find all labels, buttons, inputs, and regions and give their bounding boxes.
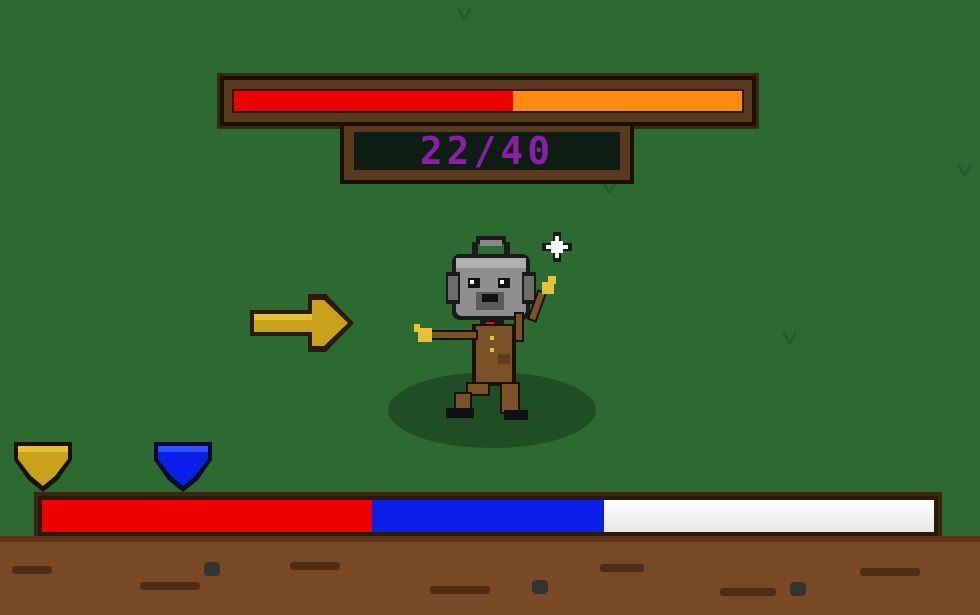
gold-gem-icon (14, 442, 72, 492)
sparkle-icon (542, 232, 572, 262)
dirt-clod (720, 588, 776, 596)
dirt-ground (0, 536, 980, 615)
health-counter-text: 22/40 (354, 129, 620, 173)
dirt-clod (860, 568, 920, 576)
dirt-clod (600, 564, 644, 572)
health-bar-track (232, 89, 744, 113)
pointer-arrow-icon (250, 294, 354, 352)
grass-tuft (455, 6, 475, 20)
health-counter-box: 22/40 (340, 122, 634, 184)
grass-tuft (780, 330, 800, 344)
rock (204, 562, 220, 576)
grass-tuft (955, 162, 975, 176)
energy-bar-track (42, 500, 934, 532)
dirt-clod (290, 562, 340, 570)
energy-bar-red-segment (42, 500, 373, 532)
rock (532, 580, 548, 594)
health-bar-fill (234, 91, 514, 111)
dirt-clod (12, 566, 52, 574)
dirt-clod (430, 586, 490, 594)
energy-bar-blue-segment (372, 500, 604, 532)
rock (790, 582, 806, 596)
energy-bar (34, 492, 942, 540)
blue-gem-icon (154, 442, 212, 492)
health-bar (220, 76, 756, 126)
dirt-clod (140, 582, 200, 590)
game-scene: 22/40 (0, 0, 980, 615)
